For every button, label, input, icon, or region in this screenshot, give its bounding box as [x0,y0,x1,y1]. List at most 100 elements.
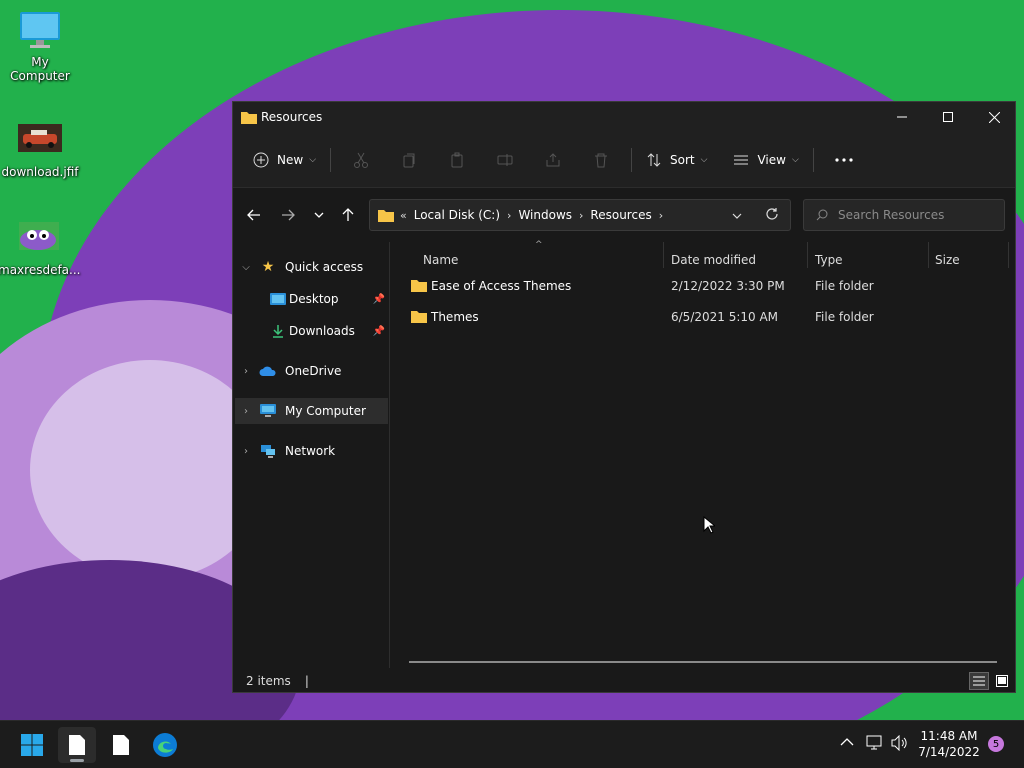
clock-date: 7/14/2022 [918,745,980,759]
maximize-button[interactable] [925,102,971,132]
nav-item-my-computer[interactable]: › My Computer [235,398,388,424]
column-divider[interactable] [928,242,929,268]
desktop-icon-label: maxresdefa... [0,263,81,277]
notification-badge[interactable]: 5 [988,736,1004,752]
nav-item-label: Quick access [285,260,364,274]
nav-item-label: Network [285,444,336,458]
chevron-up-icon [840,738,854,746]
chevron-right-icon[interactable]: › [659,209,663,222]
recent-locations-button[interactable] [308,205,330,225]
table-row[interactable]: Themes 6/5/2021 5:10 AM File folder [409,303,1009,331]
copy-button[interactable] [385,144,433,176]
new-label: New [277,152,304,167]
search-icon [816,209,828,221]
star-icon: ★ [261,259,275,275]
file-date: 6/5/2021 5:10 AM [671,310,779,324]
sort-label: Sort [670,152,695,167]
file-list: ^ Name Date modified Type Size Ease of A… [391,240,1015,668]
column-header-name[interactable]: Name [423,248,458,272]
nav-item-downloads[interactable]: Downloads 📌 [235,318,387,344]
volume-tray-button[interactable] [891,734,909,754]
sort-button[interactable]: Sort ⌵ [638,144,715,176]
desktop-icon-download[interactable]: download.jfif [0,120,80,179]
cut-button[interactable] [337,144,385,176]
desktop-folder-icon [267,293,289,305]
chevron-down-icon: ⌵ [700,154,708,165]
network-icon [257,444,279,458]
close-icon [988,111,1000,123]
taskbar-file-explorer-active[interactable] [58,727,96,763]
search-placeholder: Search Resources [838,208,945,222]
minimize-button[interactable] [879,102,925,132]
address-history-button[interactable] [732,208,742,222]
desktop-icon-maxresdefault[interactable]: maxresdefa... [0,218,81,277]
column-header-type[interactable]: Type [815,248,843,272]
chevron-right-icon[interactable]: › [235,406,257,417]
file-type: File folder [815,279,874,293]
minimize-icon [897,116,907,118]
column-divider[interactable] [807,242,808,268]
delete-button[interactable] [577,144,625,176]
tiles-view-button[interactable] [993,672,1011,690]
column-header-size[interactable]: Size [935,248,960,272]
paste-button[interactable] [433,144,481,176]
taskbar-edge[interactable] [146,727,184,763]
up-button[interactable] [337,205,359,225]
nav-item-onedrive[interactable]: › OneDrive [235,358,387,384]
notification-count: 5 [992,738,1000,750]
chevron-right-icon[interactable]: › [235,446,257,457]
taskbar-file[interactable] [102,727,140,763]
clock[interactable]: 11:48 AM 7/14/2022 [916,728,982,760]
document-icon [69,735,85,755]
chevron-right-icon[interactable]: › [235,366,257,377]
details-view-button[interactable] [969,672,989,690]
column-divider[interactable] [663,242,664,268]
title-bar[interactable]: Resources [233,102,1015,132]
more-options-button[interactable] [820,144,868,176]
horizontal-scrollbar[interactable] [409,661,997,663]
navigation-pane: ⌵ ★ Quick access Desktop 📌 Downloads 📌 ›… [233,242,390,668]
forward-button[interactable] [277,205,299,225]
folder-icon [411,311,427,323]
taskbar: 11:48 AM 7/14/2022 5 [0,720,1024,768]
table-row[interactable]: Ease of Access Themes 2/12/2022 3:30 PM … [409,272,1009,300]
folder-icon [378,210,394,222]
network-tray-button[interactable] [866,735,884,754]
nav-item-quick-access[interactable]: ⌵ ★ Quick access [235,254,387,280]
close-button[interactable] [971,102,1015,132]
desktop-icon-label: My Computer [10,55,70,83]
cloud-icon [257,366,279,377]
refresh-button[interactable] [765,207,779,224]
toolbar-divider [631,147,633,172]
show-hidden-icons-button[interactable] [840,736,854,750]
view-button[interactable]: View ⌵ [725,144,806,176]
chevron-right-icon[interactable]: › [507,209,511,222]
breadcrumb-windows[interactable]: Windows [518,208,572,222]
chevron-right-icon[interactable]: › [579,209,583,222]
address-bar[interactable]: « Local Disk (C:) › Windows › Resources … [369,199,791,231]
item-count: 2 items [246,674,291,688]
plus-circle-icon [253,152,269,167]
chevron-down-icon[interactable]: ⌵ [235,262,257,273]
new-button[interactable]: New ⌵ [245,144,324,176]
monitor-icon [257,404,279,418]
toolbar-divider [812,147,814,172]
nav-item-network[interactable]: › Network [235,438,387,464]
rename-button[interactable] [481,144,529,176]
breadcrumb-resources[interactable]: Resources [590,208,651,222]
breadcrumb-local-disk[interactable]: Local Disk (C:) [414,208,500,222]
breadcrumb-overflow[interactable]: « [400,209,407,222]
search-box[interactable]: Search Resources [803,199,1005,231]
file-type: File folder [815,310,874,324]
nav-item-desktop[interactable]: Desktop 📌 [235,286,387,312]
back-button[interactable] [243,205,265,225]
column-header-date[interactable]: Date modified [671,248,756,272]
nav-item-label: My Computer [285,404,366,418]
mouse-cursor-icon [703,516,715,534]
share-button[interactable] [529,144,577,176]
desktop-icon-my-computer[interactable]: My Computer [0,10,80,83]
column-divider[interactable] [1008,242,1009,268]
active-indicator [70,759,84,762]
start-button[interactable] [13,727,51,763]
pin-icon: 📌 [372,293,385,305]
